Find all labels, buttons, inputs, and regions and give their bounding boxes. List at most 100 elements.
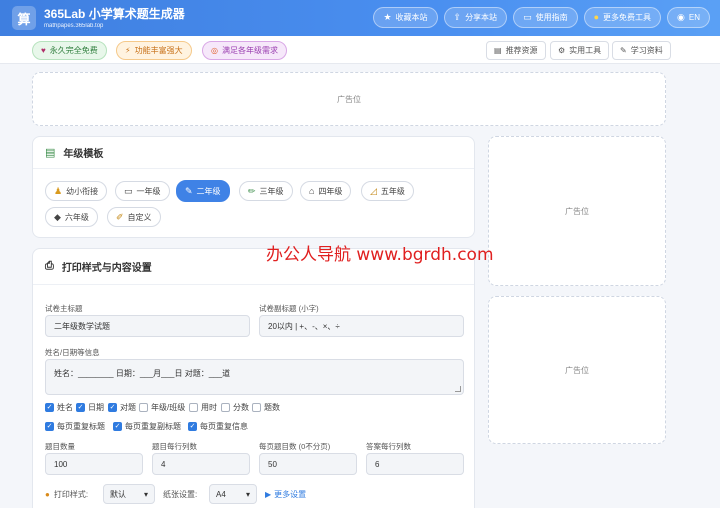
globe-icon: ◉: [677, 12, 685, 22]
book-icon: ▤: [45, 147, 56, 159]
chevron-down-icon: ▾: [143, 489, 148, 499]
select-value: 默认: [110, 489, 126, 499]
checkbox-correct[interactable]: ✓ 对题: [108, 402, 136, 413]
pawn-icon: ♟: [54, 185, 63, 196]
grade-5[interactable]: ◿ 五年级: [361, 181, 414, 201]
link-label: 实用工具: [569, 46, 602, 55]
ad-sidebar-2: 广告位: [488, 296, 666, 444]
checkbox-label: 用时: [201, 403, 217, 412]
grade-label: 四年级: [318, 186, 343, 196]
star-icon: ★: [383, 12, 392, 22]
more-tools-button[interactable]: ● 更多免费工具: [583, 7, 662, 28]
answer-columns-label: 答案每行列数: [366, 442, 411, 451]
palette-icon: ●: [45, 490, 50, 499]
target-icon: ◎: [211, 46, 218, 55]
share-icon: ⇪: [453, 12, 462, 22]
graduation-cap-icon: ◆: [54, 211, 61, 222]
pencil-icon: ✎: [185, 185, 193, 196]
nav-label: 分享本站: [465, 13, 498, 22]
materials-link[interactable]: ✎ 学习资料: [612, 41, 671, 60]
resize-handle[interactable]: [455, 386, 461, 392]
checkbox-name[interactable]: ✓ 姓名: [45, 402, 73, 413]
nav-label: 使用指南: [535, 13, 568, 22]
per-page-input[interactable]: 50: [259, 453, 357, 475]
answer-columns-input[interactable]: 6: [366, 453, 464, 475]
ruler-icon: ◿: [370, 185, 377, 196]
feature-tag-powerful: ⚡ 功能丰富强大: [116, 41, 192, 60]
grade-label: 自定义: [127, 212, 152, 222]
grade-1[interactable]: ▭ 一年级: [115, 181, 170, 201]
grade-label: 一年级: [136, 186, 161, 196]
logo[interactable]: 算: [12, 6, 36, 30]
ad-banner-top: 广告位: [32, 72, 666, 126]
grade-label: 六年级: [64, 212, 89, 222]
grade-custom[interactable]: ✐ 自定义: [107, 207, 161, 227]
checkbox-label: 每页重复标题: [57, 422, 105, 431]
columns-label: 题目每行列数: [152, 442, 197, 451]
grade-label: 五年级: [380, 186, 405, 196]
sub-title-input[interactable]: 20以内 | +、-、×、÷: [259, 315, 464, 337]
nav-label: EN: [688, 13, 700, 22]
card-title: 打印样式与内容设置: [61, 263, 152, 274]
print-settings-card: ⎙ 打印样式与内容设置 试卷主标题 二年级数学试题 试卷副标题 (小字) 20以…: [32, 248, 475, 508]
ad-label: 广告位: [337, 94, 361, 104]
info-text: 姓名：________ 日期：___月___日 对题：___道: [54, 369, 231, 378]
print-style-label: ● 打印样式:: [45, 489, 88, 500]
grade-6[interactable]: ◆ 六年级: [45, 207, 98, 227]
grade-4[interactable]: ⌂ 四年级: [300, 181, 352, 201]
bulb-icon: ●: [593, 12, 600, 22]
checkbox-date[interactable]: ✓ 日期: [76, 402, 104, 413]
checkbox-repeat-subtitle[interactable]: ✓ 每页重复副标题: [113, 421, 181, 432]
bookmark-button[interactable]: ★ 收藏本站: [373, 7, 438, 28]
grade-3[interactable]: ✏ 三年级: [239, 181, 293, 201]
language-button[interactable]: ◉ EN: [667, 7, 710, 28]
printer-icon: ⎙: [45, 260, 54, 272]
print-style-select[interactable]: 默认 ▾: [103, 484, 155, 504]
checkbox-repeat-info[interactable]: ✓ 每页重复信息: [188, 421, 248, 432]
feature-tag-free: ♥ 永久完全免费: [32, 41, 107, 60]
grade-label: 三年级: [259, 186, 284, 196]
tools-link[interactable]: ⚙ 实用工具: [550, 41, 610, 60]
tag-label: 满足各年级需求: [221, 46, 278, 55]
link-label: 学习资料: [630, 46, 663, 55]
checkbox-label: 每页重复副标题: [125, 422, 181, 431]
grade-preschool[interactable]: ♟ 幼小衔接: [45, 181, 108, 201]
per-page-label: 每页题目数 (0不分页): [259, 442, 331, 451]
checkbox-label: 姓名: [57, 403, 73, 412]
watermark-text: 办公人导航 www.bgrdh.com: [266, 245, 494, 265]
grade-label: 幼小衔接: [66, 186, 99, 196]
nav-label: 更多免费工具: [603, 13, 652, 22]
app-header: 算 365Lab 小学算术题生成器 mathpapes.365lab.top ★…: [0, 0, 720, 36]
paper-select[interactable]: A4 ▾: [209, 484, 257, 504]
print-style-text: 打印样式:: [53, 490, 89, 499]
checkbox-label: 对题: [120, 403, 136, 412]
book-icon: ▤: [494, 46, 502, 55]
more-settings-link[interactable]: ▶ 更多设置: [265, 489, 306, 500]
checkbox-score[interactable]: 分数: [221, 402, 249, 413]
checkbox-count[interactable]: 题数: [252, 402, 280, 413]
share-button[interactable]: ⇪ 分享本站: [443, 7, 508, 28]
main-title-input[interactable]: 二年级数学试题: [45, 315, 250, 337]
card-header: ▤ 年级模板: [33, 137, 474, 169]
app-domain: mathpapes.365lab.top: [44, 23, 104, 29]
checkbox-class[interactable]: 年级/班级: [139, 402, 185, 413]
monitor-icon: ▭: [523, 12, 532, 22]
card-title: 年级模板: [63, 149, 104, 160]
columns-input[interactable]: 4: [152, 453, 250, 475]
question-count-label: 题目数量: [45, 442, 75, 451]
checkbox-empty: [139, 403, 148, 412]
grade-2[interactable]: ✎ 二年级: [176, 180, 230, 202]
checkbox-repeat-title[interactable]: ✓ 每页重复标题: [45, 421, 105, 432]
guide-button[interactable]: ▭ 使用指南: [513, 7, 578, 28]
checkbox-label: 分数: [233, 403, 249, 412]
checkbox-time[interactable]: 用时: [189, 402, 217, 413]
question-count-input[interactable]: 100: [45, 453, 143, 475]
school-icon: ⌂: [309, 186, 315, 196]
checkbox-empty: [221, 403, 230, 412]
info-label: 姓名/日期等信息: [45, 348, 100, 357]
pencil-icon: ✏: [248, 185, 256, 196]
resources-link[interactable]: ▤ 推荐资源: [486, 41, 546, 60]
ad-label: 广告位: [565, 365, 589, 375]
edit-icon: ✐: [116, 211, 124, 222]
info-textarea[interactable]: 姓名：________ 日期：___月___日 对题：___道: [45, 359, 464, 395]
